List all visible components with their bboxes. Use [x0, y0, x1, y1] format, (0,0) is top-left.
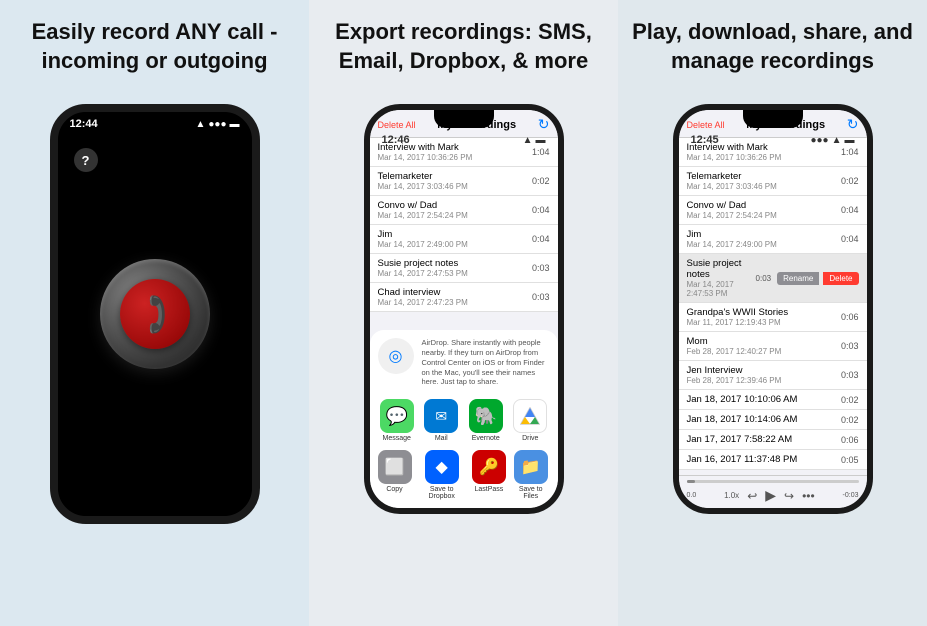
- phone-1: 12:44 ▲ ●●● ▬ ? 📞: [50, 104, 260, 524]
- status-bar-2: 12:46 ▲ ▬: [370, 128, 558, 152]
- battery-icon-3: ▬: [845, 135, 855, 146]
- recording-item[interactable]: Grandpa's WWII Stories Mar 11, 2017 12:1…: [679, 303, 867, 332]
- recording-item[interactable]: Jen Interview Feb 28, 2017 12:39:46 PM 0…: [679, 361, 867, 390]
- panel-record: Easily record ANY call - incoming or out…: [0, 0, 309, 626]
- rewind-button[interactable]: ↩: [747, 489, 757, 503]
- phone-1-screen: 12:44 ▲ ●●● ▬ ? 📞: [58, 112, 252, 516]
- share-drive[interactable]: Drive: [513, 399, 547, 442]
- status-icons-2: ▲ ▬: [523, 135, 546, 146]
- share-dropbox[interactable]: ◆ Save to Dropbox: [418, 450, 466, 500]
- recordings-list-3: Interview with Mark Mar 14, 2017 10:36:2…: [679, 138, 867, 508]
- speed-label[interactable]: 1.0x: [724, 491, 739, 500]
- share-sheet-description: AirDrop. Share instantly with people nea…: [422, 338, 550, 387]
- battery-icon: ▬: [230, 119, 240, 130]
- share-apps-row-2: ⬜ Copy ◆ Save to Dropbox 🔑 LastPass 📁 Sa…: [378, 450, 550, 500]
- panel-export: Export recordings: SMS, Email, Dropbox, …: [309, 0, 618, 626]
- status-icons-3: ●●● ▲ ▬: [810, 135, 854, 146]
- recording-item[interactable]: Telemarketer Mar 14, 2017 3:03:46 PM 0:0…: [679, 167, 867, 196]
- record-button-inner: 📞: [120, 279, 190, 349]
- wifi-icon-3: ▲: [832, 135, 842, 146]
- progress-bar[interactable]: [687, 480, 859, 483]
- share-files[interactable]: 📁 Save to Files: [512, 450, 550, 500]
- recording-item[interactable]: Jan 17, 2017 7:58:22 AM 0:06: [679, 430, 867, 450]
- airdrop-symbol: ◎: [389, 346, 403, 366]
- share-message[interactable]: 💬 Message: [380, 399, 414, 442]
- phone-icon: 📞: [131, 290, 179, 338]
- phone-3: 12:45 ●●● ▲ ▬ Delete All My Recordings ↻…: [673, 104, 873, 514]
- notch-3: [743, 110, 803, 128]
- forward-button[interactable]: ↪: [784, 489, 794, 503]
- airdrop-icon: ◎: [378, 338, 414, 374]
- wifi-icon-2: ▲: [523, 135, 533, 146]
- rename-button[interactable]: Rename: [777, 272, 819, 285]
- share-copy[interactable]: ⬜ Copy: [378, 450, 412, 500]
- recording-item[interactable]: Jim Mar 14, 2017 2:49:00 PM 0:04: [370, 225, 558, 254]
- status-icons-1: ▲ ●●● ▬: [195, 119, 239, 130]
- phone-3-screen: 12:45 ●●● ▲ ▬ Delete All My Recordings ↻…: [679, 110, 867, 508]
- status-bar-3: 12:45 ●●● ▲ ▬: [679, 128, 867, 152]
- panel-1-title: Easily record ANY call - incoming or out…: [10, 18, 299, 88]
- player-time-elapsed: 0.0: [687, 492, 697, 499]
- recording-item[interactable]: Jan 16, 2017 11:37:48 PM 0:05: [679, 450, 867, 470]
- time-2: 12:46: [382, 134, 410, 146]
- recording-item[interactable]: Jan 18, 2017 10:14:06 AM 0:02: [679, 410, 867, 430]
- item-actions: 0:03 Rename Delete: [756, 272, 859, 285]
- more-button[interactable]: •••: [802, 489, 815, 503]
- recording-item[interactable]: Mom Feb 28, 2017 12:40:27 PM 0:03: [679, 332, 867, 361]
- notch-2: [434, 110, 494, 128]
- recordings-list-2: Interview with Mark Mar 14, 2017 10:36:2…: [370, 138, 558, 312]
- signal-icon: ●●●: [208, 119, 226, 130]
- player-buttons: 1.0x ↩ ▶ ↪ •••: [724, 487, 815, 504]
- help-button[interactable]: ?: [74, 148, 98, 172]
- recording-item[interactable]: Jan 18, 2017 10:10:06 AM 0:02: [679, 390, 867, 410]
- time-1: 12:44: [70, 118, 98, 130]
- panel-3-title: Play, download, share, and manage record…: [628, 18, 917, 88]
- share-lastpass[interactable]: 🔑 LastPass: [472, 450, 506, 500]
- share-sheet: ◎ AirDrop. Share instantly with people n…: [370, 330, 558, 508]
- phone-2-screen: 12:46 ▲ ▬ Delete All My Recordings ↻ Int…: [370, 110, 558, 508]
- panel-manage: Play, download, share, and manage record…: [618, 0, 927, 626]
- recording-item[interactable]: Telemarketer Mar 14, 2017 3:03:46 PM 0:0…: [370, 167, 558, 196]
- delete-button[interactable]: Delete: [823, 272, 858, 285]
- time-3: 12:45: [691, 134, 719, 146]
- player-controls: 0.0 1.0x ↩ ▶ ↪ ••• -0:03: [687, 487, 859, 504]
- signal-icon-3: ●●●: [810, 135, 828, 146]
- progress-fill: [687, 480, 696, 483]
- play-button[interactable]: ▶: [765, 487, 776, 504]
- recording-item-selected[interactable]: Susie project notes Mar 14, 2017 2:47:53…: [679, 254, 867, 303]
- panel-2-title: Export recordings: SMS, Email, Dropbox, …: [319, 18, 608, 88]
- player-bar: 0.0 1.0x ↩ ▶ ↪ ••• -0:03: [679, 475, 867, 508]
- battery-icon-2: ▬: [536, 135, 546, 146]
- share-mail[interactable]: ✉ Mail: [424, 399, 458, 442]
- phone-2: 12:46 ▲ ▬ Delete All My Recordings ↻ Int…: [364, 104, 564, 514]
- share-apps-row-1: 💬 Message ✉ Mail 🐘 Evernote: [378, 399, 550, 442]
- status-bar-1: 12:44 ▲ ●●● ▬: [58, 112, 252, 136]
- wifi-icon: ▲: [195, 119, 205, 130]
- share-evernote[interactable]: 🐘 Evernote: [469, 399, 503, 442]
- recording-item[interactable]: Convo w/ Dad Mar 14, 2017 2:54:24 PM 0:0…: [370, 196, 558, 225]
- player-time-remaining: -0:03: [843, 492, 859, 499]
- recording-item[interactable]: Susie project notes Mar 14, 2017 2:47:53…: [370, 254, 558, 283]
- recording-item[interactable]: Chad interview Mar 14, 2017 2:47:23 PM 0…: [370, 283, 558, 312]
- recording-item[interactable]: Convo w/ Dad Mar 14, 2017 2:54:24 PM 0:0…: [679, 196, 867, 225]
- recording-item[interactable]: Jim Mar 14, 2017 2:49:00 PM 0:04: [679, 225, 867, 254]
- record-button[interactable]: 📞: [100, 259, 210, 369]
